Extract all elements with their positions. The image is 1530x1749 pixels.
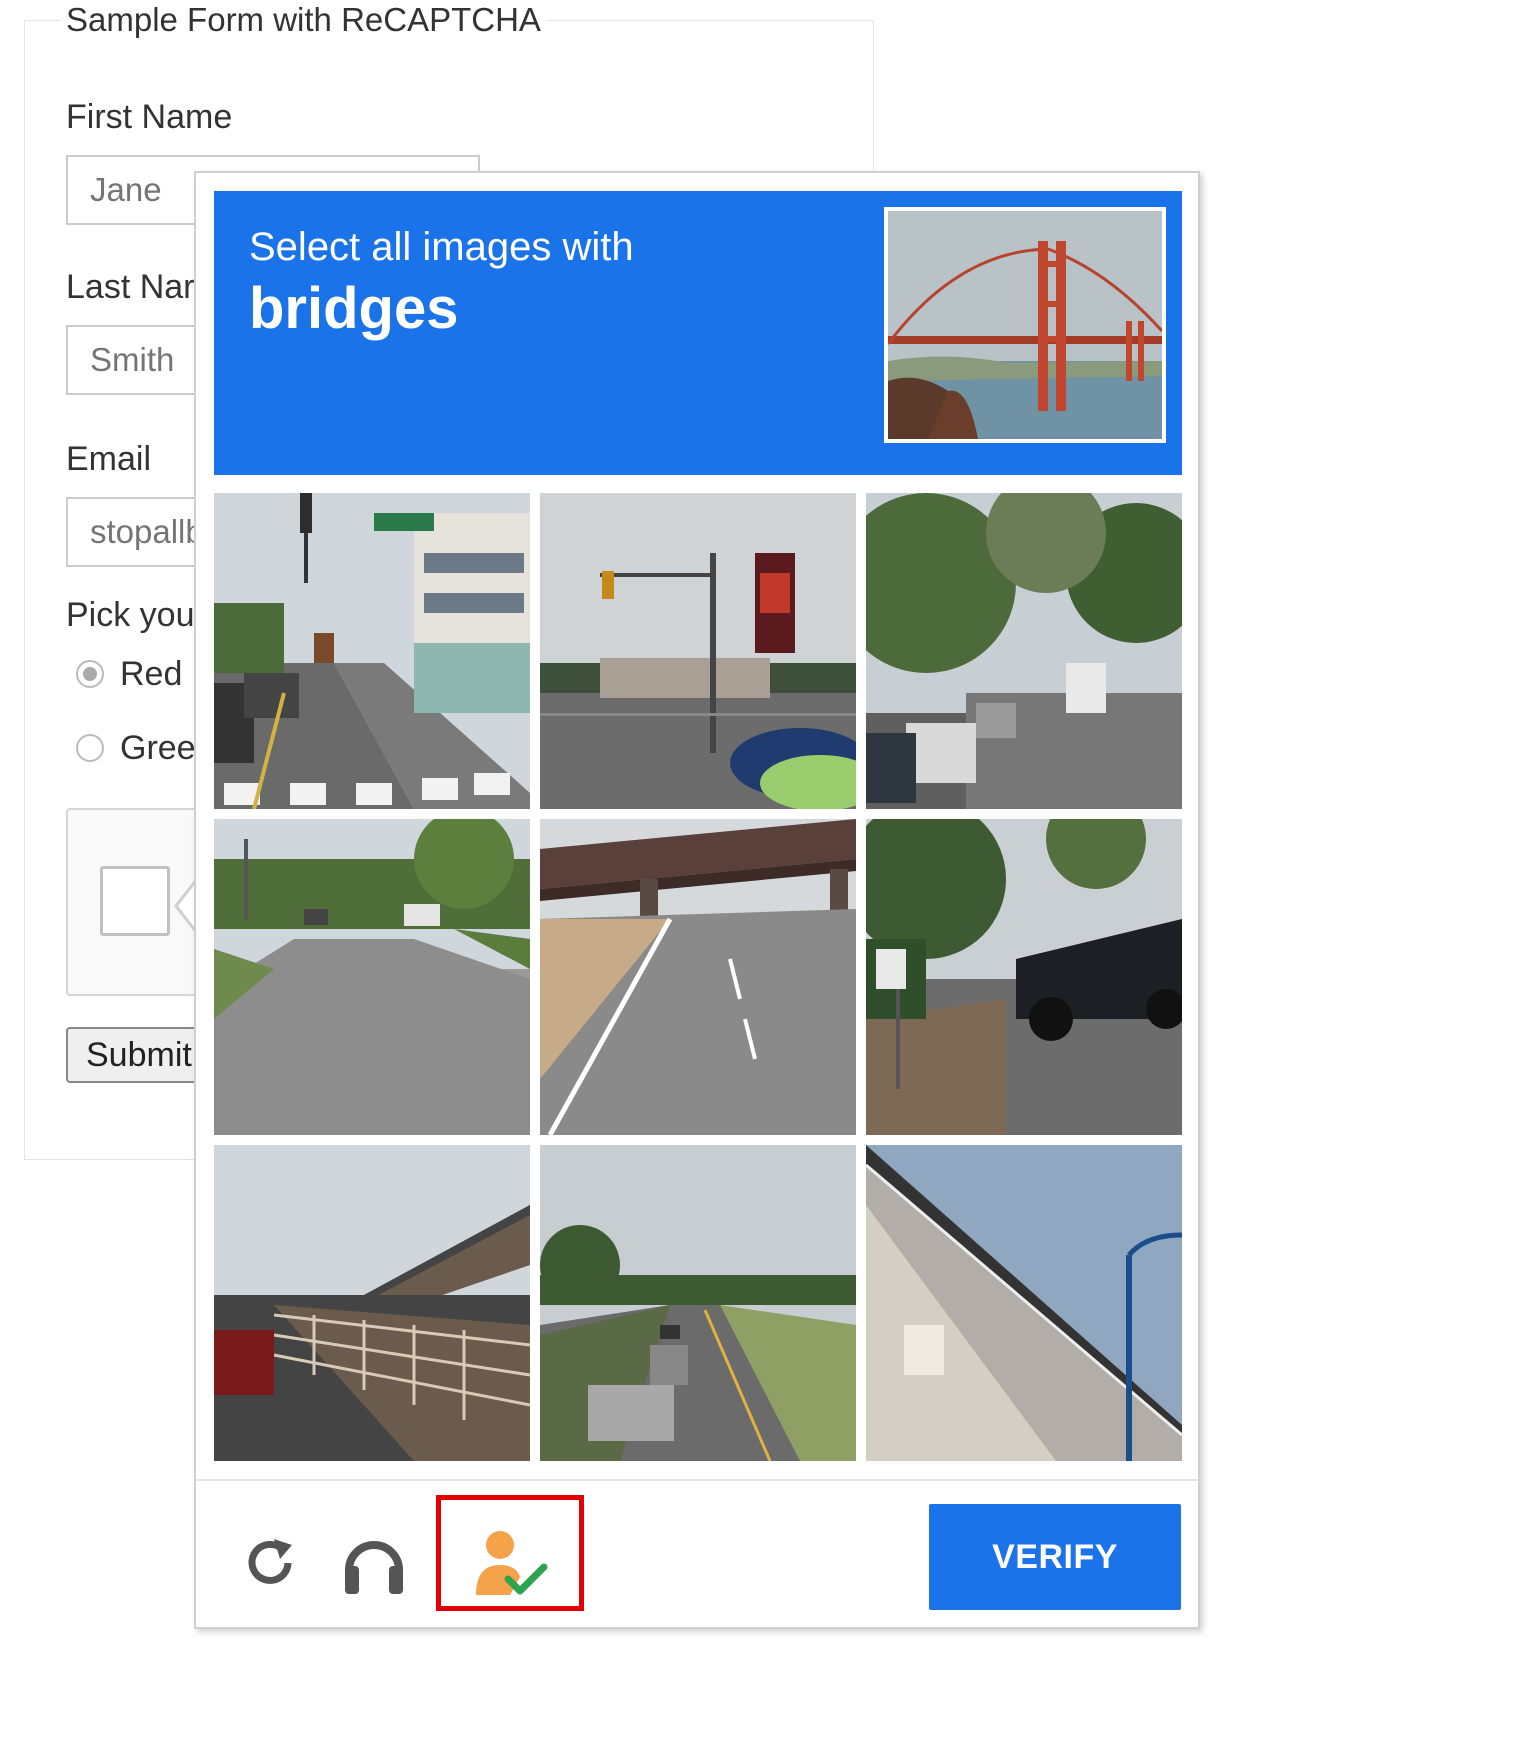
radio-option-red[interactable]: Red xyxy=(76,654,182,694)
tile-suburban-road[interactable] xyxy=(214,819,530,1135)
sample-image xyxy=(884,207,1166,443)
recaptcha-checkbox[interactable] xyxy=(100,866,170,936)
radio-button[interactable] xyxy=(76,734,104,762)
tile-highway-cars[interactable] xyxy=(540,1145,856,1461)
challenge-target: bridges xyxy=(249,276,459,341)
first-name-label: First Name xyxy=(66,98,233,136)
tile-street-traffic-light[interactable] xyxy=(540,493,856,809)
verify-button[interactable]: VERIFY xyxy=(929,1504,1181,1610)
last-name-label: Last Nar xyxy=(66,268,195,306)
reload-icon xyxy=(248,1539,292,1584)
challenge-prompt: Select all images with xyxy=(249,225,634,269)
tile-street-intersection[interactable] xyxy=(214,493,530,809)
radio-option-green[interactable]: Greer xyxy=(76,728,207,768)
challenge-header: Select all images with bridges xyxy=(214,191,1182,475)
tile-tree-lined-street[interactable] xyxy=(866,493,1182,809)
tile-bridge-underside[interactable] xyxy=(866,1145,1182,1461)
color-pick-label: Pick you xyxy=(66,596,195,634)
tile-sidewalk-parked-car[interactable] xyxy=(866,819,1182,1135)
email-label: Email xyxy=(66,440,152,478)
footer-divider xyxy=(196,1479,1198,1481)
highlight-box xyxy=(436,1495,584,1611)
radio-button[interactable] xyxy=(76,660,104,688)
reload-button[interactable] xyxy=(222,1515,318,1611)
tile-highway-overpass[interactable] xyxy=(540,819,856,1135)
recaptcha-challenge: Select all images with bridges VERIFY xyxy=(194,171,1200,1629)
headphones-icon xyxy=(345,1541,403,1594)
form-legend: Sample Form with ReCAPTCHA xyxy=(60,0,547,40)
tile-elevated-bridge[interactable] xyxy=(214,1145,530,1461)
audio-challenge-button[interactable] xyxy=(326,1515,422,1611)
image-grid xyxy=(214,493,1182,1461)
radio-label: Red xyxy=(120,654,183,693)
